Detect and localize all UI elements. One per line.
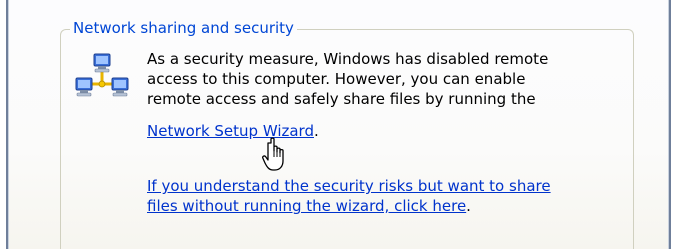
description-line: As a security measure, Windows has disab… — [147, 50, 549, 68]
hand-pointer-icon — [262, 137, 284, 171]
description-line: access to this computer. However, you ca… — [147, 70, 526, 88]
share-without-wizard-link-cont[interactable]: files without running the wizard, click … — [147, 197, 466, 215]
share-without-wizard-link-block: If you understand the security risks but… — [147, 176, 551, 216]
understand-link-line2-wrap: files without running the wizard, click … — [147, 196, 551, 216]
understand-link-period: . — [466, 197, 471, 215]
wizard-link-row: Network Setup Wizard. — [147, 121, 319, 141]
understand-link-line1-wrap: If you understand the security risks but… — [147, 176, 551, 196]
groupbox-title: Network sharing and security — [70, 18, 297, 38]
wizard-link-period: . — [314, 122, 319, 140]
security-description: As a security measure, Windows has disab… — [147, 49, 617, 109]
sharing-tab-window: Network sharing and security As a securi… — [0, 0, 684, 249]
window-border-right — [668, 0, 671, 249]
share-without-wizard-link[interactable]: If you understand the security risks but… — [147, 177, 551, 195]
network-computers-icon — [75, 53, 129, 97]
window-border-left — [6, 0, 9, 249]
description-line: remote access and safely share files by … — [147, 90, 536, 108]
